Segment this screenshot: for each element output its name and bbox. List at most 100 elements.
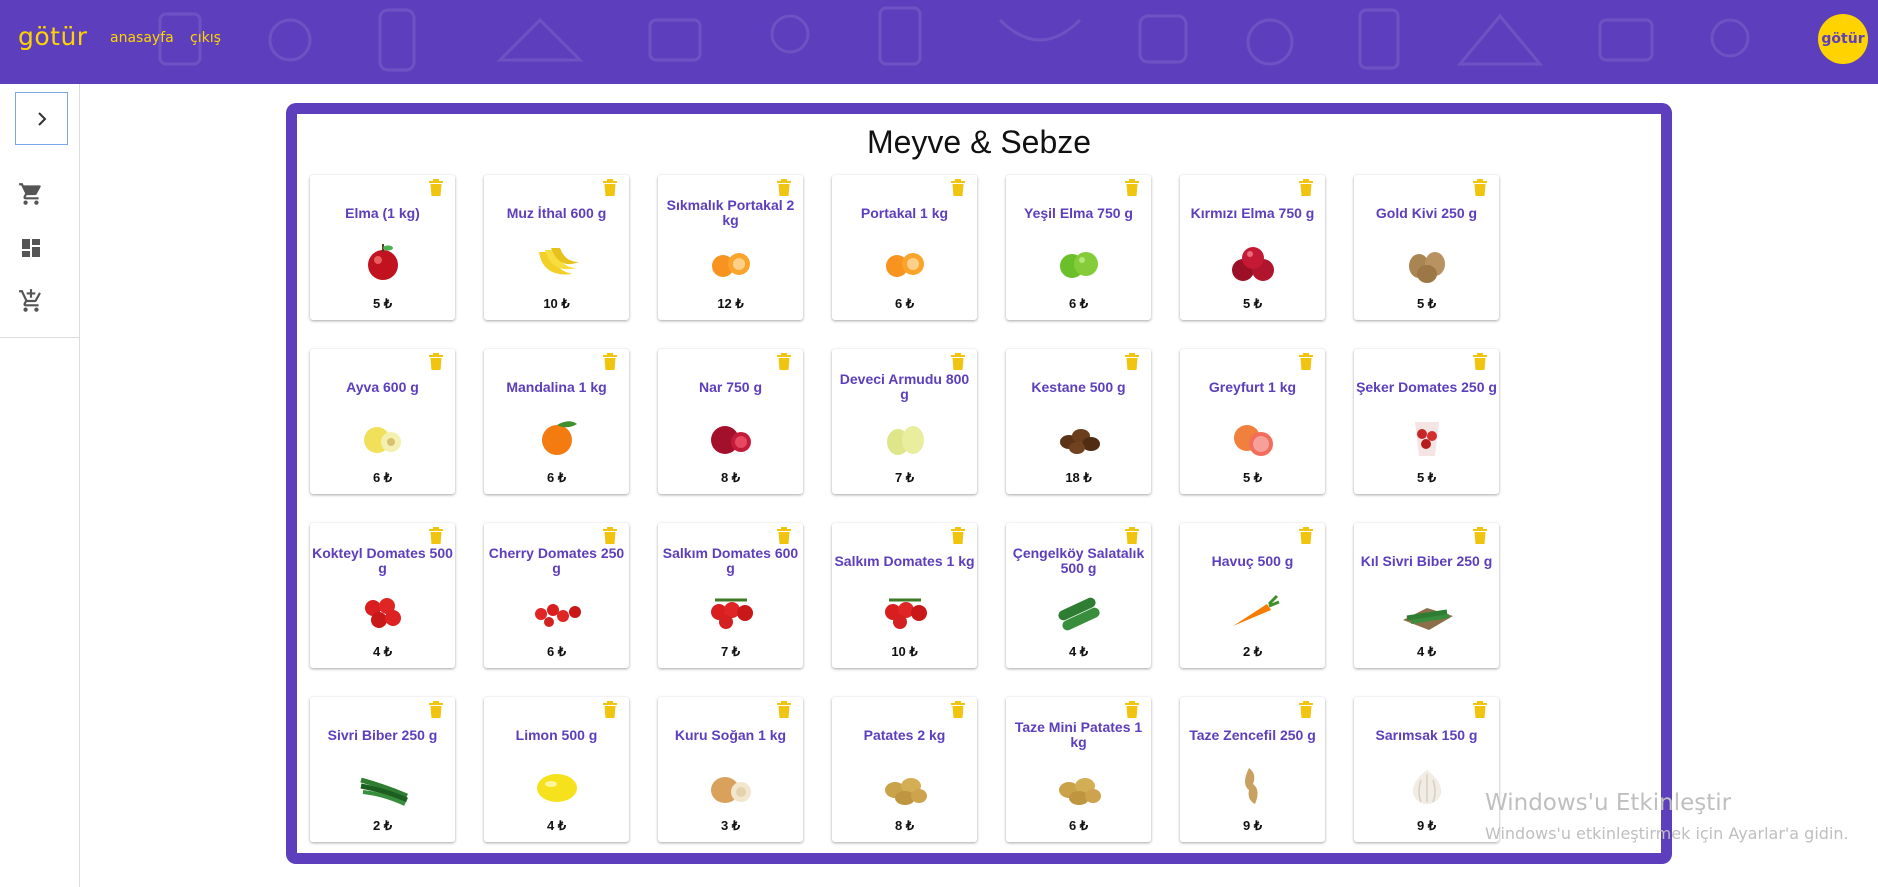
trash-icon[interactable] <box>429 179 443 196</box>
product-name: Yeşil Elma 750 g <box>1024 204 1133 221</box>
product-card[interactable]: Sarımsak 150 g 9 ₺ <box>1354 697 1499 842</box>
nav-link-logout[interactable]: çıkış <box>190 30 221 46</box>
green-apple-icon <box>1059 252 1098 278</box>
trash-icon[interactable] <box>1125 353 1139 370</box>
product-price: 7 ₺ <box>720 644 741 659</box>
product-image <box>701 586 761 634</box>
product-price: 9 ₺ <box>1416 818 1437 833</box>
product-image <box>1397 412 1457 460</box>
product-name: Gold Kivi 250 g <box>1375 204 1478 221</box>
product-card[interactable]: Çengelköy Salatalık 500 g 4 ₺ <box>1006 523 1151 668</box>
sidebar-item-cart[interactable] <box>17 180 45 208</box>
product-card[interactable]: Salkım Domates 1 kg 10 ₺ <box>832 523 977 668</box>
product-card[interactable]: Cherry Domates 250 g 6 ₺ <box>484 523 629 668</box>
product-price: 6 ₺ <box>546 470 567 485</box>
trash-icon[interactable] <box>951 353 965 370</box>
trash-icon[interactable] <box>777 353 791 370</box>
product-card[interactable]: Patates 2 kg 8 ₺ <box>832 697 977 842</box>
product-card[interactable]: Kıl Sivri Biber 250 g 4 ₺ <box>1354 523 1499 668</box>
product-image <box>1049 586 1109 634</box>
product-card[interactable]: Deveci Armudu 800 g 7 ₺ <box>832 349 977 494</box>
trash-icon[interactable] <box>951 701 965 718</box>
product-card[interactable]: Mandalina 1 kg 6 ₺ <box>484 349 629 494</box>
product-image <box>701 760 761 808</box>
trash-icon[interactable] <box>603 527 617 544</box>
product-card[interactable]: Portakal 1 kg 6 ₺ <box>832 175 977 320</box>
trash-icon[interactable] <box>429 527 443 544</box>
product-image <box>1049 412 1109 460</box>
product-card[interactable]: Nar 750 g 8 ₺ <box>658 349 803 494</box>
product-card[interactable]: Gold Kivi 250 g 5 ₺ <box>1354 175 1499 320</box>
product-price: 3 ₺ <box>720 818 741 833</box>
product-card[interactable]: Greyfurt 1 kg 5 ₺ <box>1180 349 1325 494</box>
product-card[interactable]: Havuç 500 g 2 ₺ <box>1180 523 1325 668</box>
trash-icon[interactable] <box>603 353 617 370</box>
trash-icon[interactable] <box>1125 701 1139 718</box>
trash-icon[interactable] <box>1125 527 1139 544</box>
product-card[interactable]: Kokteyl Domates 500 g 4 ₺ <box>310 523 455 668</box>
product-image <box>1223 586 1283 634</box>
activation-watermark-title: Windows'u Etkinleştir <box>1485 790 1732 816</box>
chestnut-icon <box>1059 429 1100 454</box>
trash-icon[interactable] <box>1299 527 1313 544</box>
product-card[interactable]: Muz İthal 600 g 10 ₺ <box>484 175 629 320</box>
mandarin-icon <box>541 421 577 455</box>
trash-icon[interactable] <box>603 179 617 196</box>
product-image <box>1397 760 1457 808</box>
trash-icon[interactable] <box>1125 179 1139 196</box>
product-name: Patates 2 kg <box>863 726 946 743</box>
trash-icon[interactable] <box>1473 527 1487 544</box>
product-card[interactable]: Sıkmalık Portakal 2 kg 12 ₺ <box>658 175 803 320</box>
product-card[interactable]: Taze Mini Patates 1 kg 6 ₺ <box>1006 697 1151 842</box>
product-price: 18 ₺ <box>1065 470 1092 485</box>
product-price: 6 ₺ <box>372 470 393 485</box>
product-card[interactable]: Elma (1 kg) 5 ₺ <box>310 175 455 320</box>
trash-icon[interactable] <box>429 353 443 370</box>
product-image <box>353 586 413 634</box>
trash-icon[interactable] <box>1299 353 1313 370</box>
product-card[interactable]: Yeşil Elma 750 g 6 ₺ <box>1006 175 1151 320</box>
trash-icon[interactable] <box>777 527 791 544</box>
product-image <box>1049 760 1109 808</box>
trash-icon[interactable] <box>1473 353 1487 370</box>
product-card[interactable]: Kestane 500 g 18 ₺ <box>1006 349 1151 494</box>
trash-icon[interactable] <box>1473 179 1487 196</box>
brand-logo[interactable]: götür <box>18 22 88 51</box>
product-name: Cherry Domates 250 g <box>488 545 625 576</box>
trash-icon[interactable] <box>777 179 791 196</box>
sidebar-item-add-to-cart[interactable] <box>17 287 45 315</box>
red-apples-icon <box>1231 247 1274 281</box>
nav-link-home[interactable]: anasayfa <box>110 30 174 46</box>
avatar[interactable]: götür <box>1818 14 1868 64</box>
trash-icon[interactable] <box>951 527 965 544</box>
header-pattern <box>158 6 1750 72</box>
product-card[interactable]: Sivri Biber 250 g 2 ₺ <box>310 697 455 842</box>
sidebar-item-dashboard[interactable] <box>17 234 45 262</box>
product-price: 5 ₺ <box>1242 296 1263 311</box>
product-price: 2 ₺ <box>1242 644 1263 659</box>
onion-icon <box>710 777 751 803</box>
product-card[interactable]: Taze Zencefil 250 g 9 ₺ <box>1180 697 1325 842</box>
carrot-icon <box>1232 594 1280 626</box>
banana-icon <box>538 248 579 275</box>
trash-icon[interactable] <box>951 179 965 196</box>
product-price: 5 ₺ <box>1416 296 1437 311</box>
sidebar-toggle-button[interactable] <box>15 92 68 145</box>
product-card[interactable]: Salkım Domates 600 g 7 ₺ <box>658 523 803 668</box>
trash-icon[interactable] <box>429 701 443 718</box>
product-name: Kıl Sivri Biber 250 g <box>1360 552 1493 569</box>
product-card[interactable]: Kırmızı Elma 750 g 5 ₺ <box>1180 175 1325 320</box>
product-name: Elma (1 kg) <box>345 204 420 221</box>
trash-icon[interactable] <box>777 701 791 718</box>
product-image <box>353 238 413 286</box>
trash-icon[interactable] <box>1299 701 1313 718</box>
trash-icon[interactable] <box>1473 701 1487 718</box>
product-image <box>353 760 413 808</box>
trash-icon[interactable] <box>1299 179 1313 196</box>
product-card[interactable]: Limon 500 g 4 ₺ <box>484 697 629 842</box>
product-card[interactable]: Kuru Soğan 1 kg 3 ₺ <box>658 697 803 842</box>
product-card[interactable]: Ayva 600 g 6 ₺ <box>310 349 455 494</box>
product-image <box>701 412 761 460</box>
product-card[interactable]: Şeker Domates 250 g 5 ₺ <box>1354 349 1499 494</box>
trash-icon[interactable] <box>603 701 617 718</box>
